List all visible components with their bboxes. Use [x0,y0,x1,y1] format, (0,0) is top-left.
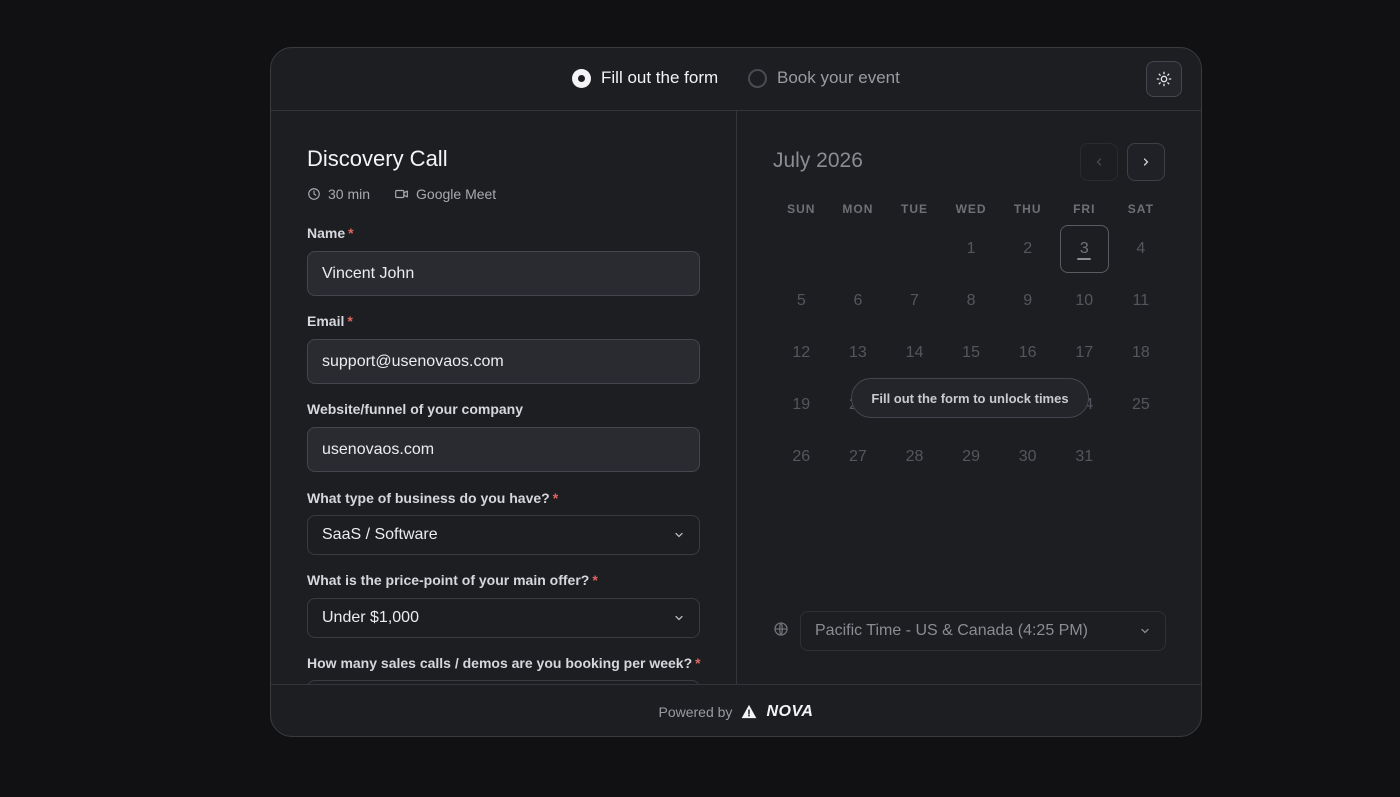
calendar-day[interactable]: 3 [1059,225,1109,273]
calendar-day[interactable]: 2 [999,223,1056,275]
step-book-event[interactable]: Book your event [748,68,900,88]
calendar-day[interactable]: 31 [1056,431,1113,483]
calendar-day[interactable]: 27 [830,431,887,483]
chevron-left-icon [1096,158,1102,166]
weekday-label: TUE [900,202,928,216]
calendar-day[interactable]: 29 [943,431,1000,483]
calendar-day[interactable]: 28 [886,431,943,483]
timezone-select[interactable]: Pacific Time - US & Canada (4:25 PM) [800,611,1166,651]
sales-calls-label: How many sales calls / demos are you boo… [307,655,701,671]
step-label: Fill out the form [601,68,719,87]
video-icon [395,189,408,199]
weekday-label: MON [842,202,874,216]
price-point-label: What is the price-point of your main off… [307,572,598,588]
step-radio-inactive-icon [748,68,767,88]
calendar-day[interactable]: 8 [943,275,1000,327]
calendar-day[interactable]: 5 [773,275,830,327]
calendar-day[interactable]: 10 [1056,275,1113,327]
calendar-day[interactable]: 25 [1113,379,1170,431]
step-header: Fill out the form Book your event [271,48,1201,111]
price-point-select[interactable]: Under $1,000 [307,598,700,638]
nova-brand: NOVA [766,702,814,720]
required-marker: * [592,572,598,588]
event-duration: 30 min [328,186,371,202]
theme-toggle-button[interactable] [1146,61,1182,97]
chevron-down-icon [1141,628,1149,634]
calendar-grid: 1234567891011121314151617181920212223242… [773,223,1169,483]
required-marker: * [348,225,354,241]
website-label: Website/funnel of your company [307,401,523,417]
calendar-day[interactable]: 30 [999,431,1056,483]
chevron-down-icon [675,615,683,621]
required-marker: * [347,313,353,329]
event-title: Discovery Call [307,146,448,171]
calendar-day-empty [1113,431,1170,483]
sun-icon [1156,71,1172,87]
calendar-day-empty [886,223,943,275]
weekday-label: THU [1013,202,1042,216]
calendar-day-empty [830,223,887,275]
calendar-day[interactable]: 26 [773,431,830,483]
email-value: support@usenovaos.com [322,352,504,370]
prev-month-button[interactable] [1080,143,1118,181]
calendar-day[interactable]: 7 [886,275,943,327]
footer: Powered by NOVA [271,684,1201,736]
chevron-down-icon [675,532,683,538]
calendar-day[interactable]: 14 [886,327,943,379]
globe-icon [774,622,788,636]
booking-card: Fill out the form Book your event Discov… [270,47,1202,737]
calendar-day[interactable]: 11 [1113,275,1170,327]
calendar-day[interactable]: 15 [943,327,1000,379]
calendar-day[interactable]: 1 [943,223,1000,275]
booking-form-panel: Discovery Call 30 min Google Meet Name * … [271,111,737,684]
website-value: usenovaos.com [322,440,435,458]
name-value: Vincent John [322,264,415,282]
email-field[interactable]: support@usenovaos.com [307,339,700,384]
business-type-label: What type of business do you have? * [307,490,559,506]
name-label: Name * [307,225,354,241]
calendar-day[interactable]: 18 [1113,327,1170,379]
step-radio-active-icon [572,68,591,88]
timezone-value: Pacific Time - US & Canada (4:25 PM) [815,622,1088,639]
step-fill-form[interactable]: Fill out the form [572,68,718,88]
name-field[interactable]: Vincent John [307,251,700,296]
event-location: Google Meet [416,186,497,202]
calendar-month: July 2026 [773,149,863,172]
email-label: Email * [307,313,353,329]
weekday-label: SUN [787,202,816,216]
weekday-label: WED [955,202,987,216]
required-marker: * [552,490,559,506]
weekday-header: SUN MON TUE WED THU FRI SAT [773,202,1169,216]
calendar-day-empty [773,223,830,275]
calendar-day[interactable]: 19 [773,379,830,431]
weekday-label: SAT [1127,202,1154,216]
event-meta: 30 min Google Meet [307,186,496,202]
powered-by-label: Powered by [658,703,733,720]
calendar-panel: July 2026 SUN MON TUE WED THU FRI SAT 12345678… [737,111,1201,684]
price-point-value: Under $1,000 [322,609,419,626]
calendar-day[interactable]: 4 [1113,223,1170,275]
calendar-day[interactable]: 16 [999,327,1056,379]
weekday-label: FRI [1073,202,1096,216]
calendar-day[interactable]: 12 [773,327,830,379]
business-type-value: SaaS / Software [322,526,438,543]
calendar-day[interactable]: 13 [830,327,887,379]
unlock-times-message: Fill out the form to unlock times [851,378,1089,418]
calendar-day[interactable]: 6 [830,275,887,327]
next-month-button[interactable] [1127,143,1165,181]
step-label: Book your event [777,68,900,87]
business-type-select[interactable]: SaaS / Software [307,515,700,555]
calendar-day[interactable]: 17 [1056,327,1113,379]
calendar-day[interactable]: 9 [999,275,1056,327]
website-field[interactable]: usenovaos.com [307,427,700,472]
clock-icon [308,188,320,200]
nova-logo-icon [742,704,757,719]
chevron-right-icon [1143,158,1149,166]
required-marker: * [695,655,701,671]
